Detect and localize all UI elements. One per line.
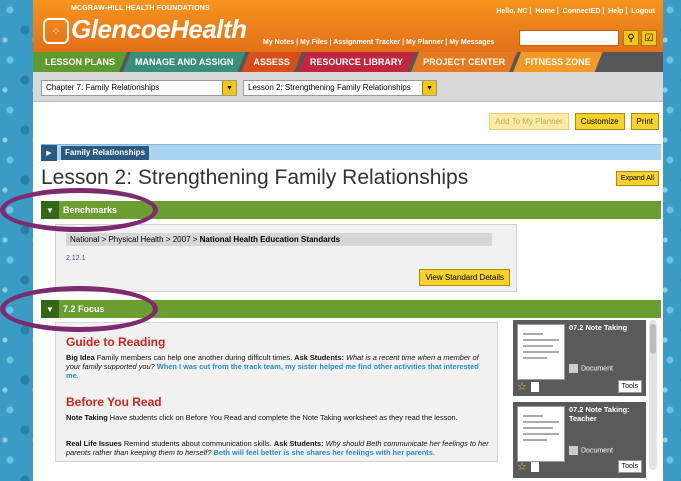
annotation-ellipse: [0, 188, 158, 232]
tab-resource-library[interactable]: RESOURCE LIBRARY: [298, 52, 415, 72]
annotation-ellipse: [0, 286, 158, 332]
ask-students-label: Ask Students:: [294, 353, 344, 362]
family-bar-label: Family Relationships: [61, 146, 150, 160]
chapter-select[interactable]: Chapter 7: Family Relationships ▼: [41, 80, 237, 96]
standard-code-link[interactable]: 2.12.1: [66, 255, 85, 262]
lesson-select-value: Lesson 2: Strengthening Family Relations…: [248, 83, 411, 92]
brand-subtitle: MCGRAW-HILL HEALTH FOUNDATIONS: [71, 5, 210, 12]
real-life-paragraph: Real Life Issues Remind students about c…: [66, 439, 492, 457]
home-link[interactable]: Home: [535, 8, 554, 15]
tools-button[interactable]: Tools: [617, 460, 642, 473]
tools-button[interactable]: Tools: [617, 380, 642, 393]
chevron-down-icon: ▼: [222, 81, 236, 95]
big-idea-label: Big Idea: [66, 353, 95, 362]
resource-card[interactable]: 07.2 Note Taking: Teacher Document ☆ Too…: [513, 402, 646, 478]
page-icon[interactable]: [531, 462, 539, 472]
resource-card[interactable]: 07.2 Note Taking Document ☆ Tools: [513, 320, 646, 396]
app-frame: ⁘ MCGRAW-HILL HEALTH FOUNDATIONS Glencoe…: [33, 0, 663, 481]
breadcrumb-path: National > Physical Health > 2007 >: [70, 235, 200, 244]
scrollbar-thumb[interactable]: [650, 324, 656, 354]
guide-paragraph: Big Idea Family members can help one ano…: [66, 353, 492, 380]
help-link[interactable]: Help: [608, 8, 623, 15]
resource-scrollbar[interactable]: [649, 320, 657, 470]
star-icon[interactable]: ☆: [517, 460, 527, 473]
greeting: Hello, NC: [496, 8, 528, 15]
note-taking-text: Have students click on Before You Read a…: [107, 413, 458, 422]
resource-type-label: Document: [581, 447, 613, 455]
resource-type: Document: [569, 364, 613, 373]
my-notes-link[interactable]: My Notes: [263, 39, 294, 46]
chevron-down-icon: ▼: [422, 81, 436, 95]
lesson-select[interactable]: Lesson 2: Strengthening Family Relations…: [243, 80, 437, 96]
chapter-select-value: Chapter 7: Family Relationships: [46, 83, 160, 92]
big-idea-text: Family members can help one another duri…: [94, 353, 295, 362]
resource-title: 07.2 Note Taking: Teacher: [569, 405, 630, 423]
document-icon: [569, 364, 578, 373]
expand-all-button[interactable]: Expand All: [615, 171, 659, 186]
focus-panel: Guide to Reading Big Idea Family members…: [55, 322, 498, 462]
resource-type-label: Document: [581, 365, 613, 373]
utility-nav: My Notes | My Files | Assignment Tracker…: [263, 39, 495, 46]
real-life-answer: Beth will feel better is she shares her …: [211, 448, 435, 457]
standards-breadcrumb: National > Physical Health > 2007 > Nati…: [66, 233, 492, 246]
star-icon[interactable]: ☆: [517, 380, 527, 393]
resource-type: Document: [569, 446, 613, 455]
tab-project-center[interactable]: PROJECT CENTER: [411, 52, 517, 72]
view-standard-details-button[interactable]: View Standard Details: [419, 269, 510, 286]
page-title: Lesson 2: Strengthening Family Relations…: [41, 166, 469, 189]
chapter-bar: Chapter 7: Family Relationships ▼ Lesson…: [33, 72, 663, 102]
breadcrumb-current: National Health Education Standards: [199, 235, 341, 244]
ask-students-label: Ask Students:: [273, 439, 324, 448]
benchmarks-panel: National > Physical Health > 2007 > Nati…: [55, 224, 517, 292]
search-input[interactable]: [519, 30, 619, 46]
chevron-right-icon: ▶: [41, 145, 57, 161]
family-relationships-bar[interactable]: ▶ Family Relationships: [41, 144, 661, 161]
assignment-tracker-link[interactable]: Assignment Tracker: [333, 39, 400, 46]
document-icon: [569, 446, 578, 455]
tab-assess[interactable]: ASSESS: [241, 52, 302, 72]
add-to-planner-button[interactable]: Add To My Planner: [489, 113, 569, 130]
main-tabs: LESSON PLANS MANAGE AND ASSIGN ASSESS RE…: [33, 52, 663, 72]
real-life-label: Real Life Issues: [66, 439, 122, 448]
tab-fitness-zone[interactable]: FITNESS ZONE: [513, 52, 603, 72]
tab-manage-and-assign[interactable]: MANAGE AND ASSIGN: [123, 52, 245, 72]
top-links: Hello, NC | Home | ConnectED | Help | Lo…: [496, 8, 655, 15]
search-icon[interactable]: ⚲: [623, 30, 639, 46]
print-button[interactable]: Print: [630, 113, 659, 130]
resource-title: 07.2 Note Taking: [569, 323, 628, 332]
brand-title[interactable]: GlencoeHealth: [71, 14, 247, 45]
my-planner-link[interactable]: My Planner: [406, 39, 443, 46]
document-thumbnail: [517, 406, 565, 462]
real-life-text: Remind students about communication skil…: [121, 439, 274, 448]
action-bar: Add To My Planner Customize Print: [489, 113, 659, 130]
site-header: ⁘ MCGRAW-HILL HEALTH FOUNDATIONS Glencoe…: [33, 0, 663, 52]
note-taking-label: Note Taking: [66, 413, 108, 422]
guide-heading: Guide to Reading: [66, 335, 166, 349]
checkmark-icon[interactable]: ☑: [641, 30, 657, 46]
page-icon[interactable]: [531, 382, 539, 392]
glencoe-logo-icon: ⁘: [43, 18, 69, 44]
document-thumbnail: [517, 324, 565, 380]
tab-lesson-plans[interactable]: LESSON PLANS: [33, 52, 127, 72]
before-heading: Before You Read: [66, 395, 162, 409]
connected-link[interactable]: ConnectED: [563, 8, 601, 15]
my-files-link[interactable]: My Files: [300, 39, 328, 46]
customize-button[interactable]: Customize: [574, 113, 625, 130]
note-taking-paragraph: Note Taking Have students click on Befor…: [66, 413, 492, 422]
my-messages-link[interactable]: My Messages: [449, 39, 494, 46]
logout-link[interactable]: Logout: [631, 8, 655, 15]
